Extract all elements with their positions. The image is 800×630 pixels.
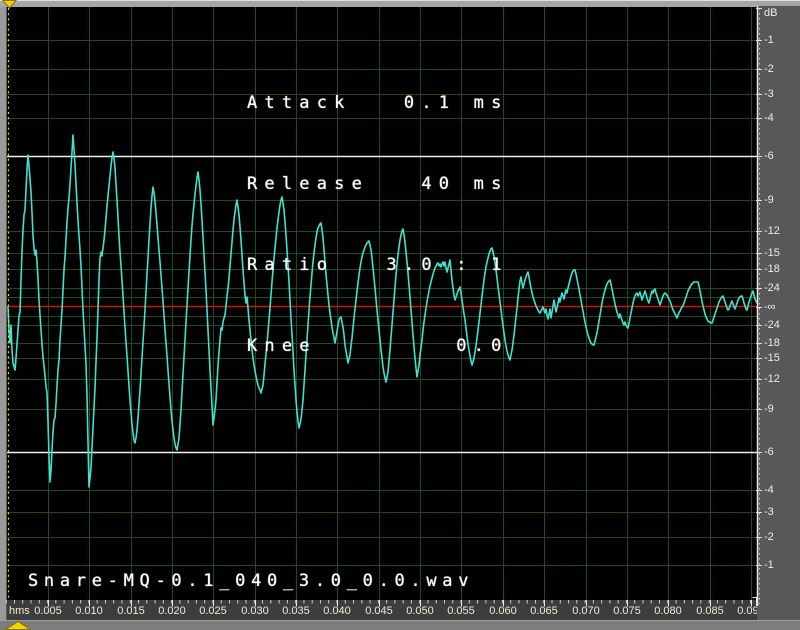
time-tick-label: 0.075 [605, 605, 649, 617]
time-tick-label: 0.085 [688, 605, 732, 617]
time-tick-labels: hms 0.0050.0100.0150.0200.0250.0300.0350… [0, 0, 757, 630]
db-tick-label: -4 [764, 112, 774, 124]
db-tick-label: -3 [764, 506, 774, 518]
db-tick-label: -1 [764, 559, 774, 571]
db-tick-label: -9 [764, 403, 774, 415]
db-tick-label: -1 [764, 34, 774, 46]
time-tick-label: 0.080 [646, 605, 690, 617]
db-tick-label: -18 [764, 337, 780, 349]
db-tick-label: -24 [764, 319, 780, 331]
waveform-editor-window: Attack 0.1 ms Release 40 ms Ratio 3.0 : … [0, 0, 800, 630]
db-tick-label: -6 [764, 446, 774, 458]
db-tick-label: -∞ [764, 301, 776, 313]
time-tick-label: 0.070 [564, 605, 608, 617]
db-tick-label: -2 [764, 531, 774, 543]
time-tick-label: 0.045 [357, 605, 401, 617]
db-tick-label: -15 [764, 352, 780, 364]
time-tick-label: 0.055 [439, 605, 483, 617]
time-tick-label: 0.020 [150, 605, 194, 617]
time-tick-label: 0.030 [233, 605, 277, 617]
db-tick-label: -4 [764, 484, 774, 496]
db-unit-label: dB [764, 7, 777, 19]
time-tick-label: 0.040 [315, 605, 359, 617]
db-tick-label: -12 [764, 225, 780, 237]
db-tick-label: -12 [764, 373, 780, 385]
time-tick-label: 0.060 [481, 605, 525, 617]
db-tick-label: -24 [764, 282, 780, 294]
time-tick-label: 0.010 [67, 605, 111, 617]
db-tick-label: -6 [764, 150, 774, 162]
db-tick-label: -3 [764, 88, 774, 100]
time-tick-label: 0.025 [191, 605, 235, 617]
db-tick-label: -9 [764, 194, 774, 206]
db-tick-label: -18 [764, 263, 780, 275]
time-tick-label: 0.065 [522, 605, 566, 617]
time-tick-label: 0.050 [398, 605, 442, 617]
time-tick-label: 0.005 [26, 605, 70, 617]
time-tick-label: 0.090 [729, 605, 757, 617]
db-tick-label: -15 [764, 247, 780, 259]
time-tick-label: 0.015 [109, 605, 153, 617]
db-tick-label: -2 [764, 63, 774, 75]
time-tick-label: 0.035 [274, 605, 318, 617]
